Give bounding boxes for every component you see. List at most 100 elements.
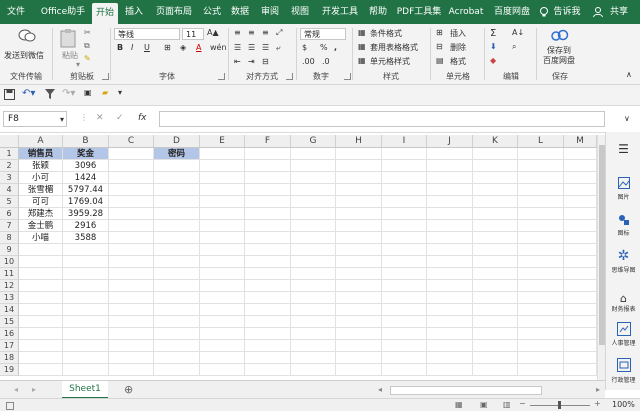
cell[interactable] <box>336 148 382 160</box>
row-header[interactable]: 8 <box>0 232 19 244</box>
cell[interactable] <box>473 160 518 172</box>
cell[interactable] <box>336 292 382 304</box>
col-header-j[interactable]: J <box>427 135 473 148</box>
autosum-icon[interactable]: Σ <box>490 28 496 39</box>
align-middle-icon[interactable]: ≡ <box>248 28 255 37</box>
cell[interactable] <box>427 328 473 340</box>
cell[interactable] <box>109 316 154 328</box>
cell[interactable] <box>518 196 564 208</box>
number-format-select[interactable]: 常规 <box>300 28 346 40</box>
cell[interactable] <box>336 280 382 292</box>
cell[interactable] <box>200 244 245 256</box>
row-header[interactable]: 14 <box>0 304 19 316</box>
cell[interactable] <box>564 268 597 280</box>
prev-sheet-icon[interactable]: ◂ <box>14 385 18 394</box>
share-button[interactable]: 共享 <box>606 0 632 24</box>
namebox-dropdown-icon[interactable]: ▾ <box>60 115 64 124</box>
col-header-m[interactable]: M <box>564 135 597 148</box>
pane-mindmap[interactable]: 思维导图 <box>608 265 639 274</box>
cell[interactable] <box>109 232 154 244</box>
cell[interactable] <box>518 340 564 352</box>
row-header[interactable]: 7 <box>0 220 19 232</box>
row-header[interactable]: 2 <box>0 160 19 172</box>
col-header-f[interactable]: F <box>245 135 291 148</box>
cell[interactable] <box>291 196 336 208</box>
tab-developer[interactable]: 开发工具 <box>318 0 362 24</box>
cell[interactable] <box>291 208 336 220</box>
cell[interactable] <box>291 340 336 352</box>
row-header[interactable]: 4 <box>0 184 19 196</box>
worksheet-grid[interactable]: A B C D E F G H I J K L M 1 销售员 奖金 密码 2 张颖 309… <box>0 135 605 380</box>
cell[interactable] <box>427 148 473 160</box>
cell[interactable] <box>109 280 154 292</box>
mindmap-icon[interactable]: ✲ <box>608 248 639 264</box>
baidu-cloud-icon[interactable] <box>550 27 570 43</box>
cell[interactable] <box>245 196 291 208</box>
cell[interactable] <box>291 160 336 172</box>
tab-page-layout[interactable]: 页面布局 <box>152 0 196 24</box>
next-sheet-icon[interactable]: ▸ <box>32 385 36 394</box>
cell[interactable] <box>154 352 200 364</box>
cell[interactable] <box>291 364 336 376</box>
cell[interactable] <box>245 268 291 280</box>
row-header[interactable]: 5 <box>0 196 19 208</box>
salesperson-cell[interactable]: 张颖 <box>19 160 63 172</box>
sort-filter-icon[interactable]: A↓ <box>512 28 524 37</box>
cell[interactable] <box>19 316 63 328</box>
merge-center-icon[interactable]: ⊟ <box>262 57 269 66</box>
cell[interactable] <box>154 220 200 232</box>
cell[interactable] <box>564 352 597 364</box>
delete-cells-button[interactable]: 删除 <box>450 42 466 53</box>
cell[interactable] <box>200 184 245 196</box>
cell[interactable] <box>291 352 336 364</box>
form-icon[interactable]: ▣ <box>84 88 92 97</box>
cell[interactable] <box>63 256 109 268</box>
redo-icon[interactable]: ↷▾ <box>62 88 75 99</box>
tab-insert[interactable]: 插入 <box>122 0 146 24</box>
col-header-g[interactable]: G <box>291 135 336 148</box>
salesperson-cell[interactable]: 小喵 <box>19 232 63 244</box>
number-launcher-icon[interactable] <box>344 73 351 80</box>
tab-review[interactable]: 审阅 <box>258 0 282 24</box>
row-header[interactable]: 15 <box>0 316 19 328</box>
cell[interactable] <box>473 184 518 196</box>
cell[interactable] <box>109 160 154 172</box>
cell[interactable] <box>382 340 427 352</box>
align-left-icon[interactable]: ☰ <box>234 43 241 52</box>
cell[interactable] <box>63 328 109 340</box>
font-size-select[interactable]: 11 <box>182 28 204 40</box>
format-painter-icon[interactable]: ✎ <box>84 54 91 63</box>
cell[interactable] <box>245 316 291 328</box>
customize-qat-icon[interactable]: ▾ <box>118 88 122 97</box>
cell[interactable] <box>154 280 200 292</box>
cell[interactable] <box>63 280 109 292</box>
cell[interactable] <box>154 256 200 268</box>
cell[interactable] <box>154 184 200 196</box>
macro-record-icon[interactable] <box>6 402 14 410</box>
password-header-cell[interactable]: 密码 <box>154 148 200 160</box>
view-normal-icon[interactable]: ▦ <box>455 400 463 409</box>
cell[interactable] <box>427 352 473 364</box>
paste-icon[interactable] <box>60 28 76 48</box>
cell[interactable] <box>109 304 154 316</box>
cell[interactable] <box>564 244 597 256</box>
tab-home[interactable]: 开始 <box>92 3 118 24</box>
cell[interactable] <box>19 364 63 376</box>
cell[interactable] <box>427 316 473 328</box>
cell[interactable] <box>19 304 63 316</box>
cell[interactable] <box>473 148 518 160</box>
salesperson-cell[interactable]: 可可 <box>19 196 63 208</box>
cond-format-button[interactable]: 条件格式 <box>370 28 402 39</box>
align-bottom-icon[interactable]: ≡ <box>262 28 269 37</box>
find-select-icon[interactable]: ⌕ <box>512 42 516 52</box>
save-baidu-line2[interactable]: 百度网盘 <box>543 55 575 66</box>
cell[interactable] <box>109 244 154 256</box>
name-box[interactable]: F8 <box>3 111 67 127</box>
cell[interactable] <box>564 280 597 292</box>
cell[interactable] <box>427 244 473 256</box>
cell[interactable] <box>564 316 597 328</box>
cell[interactable] <box>336 172 382 184</box>
cell[interactable] <box>518 232 564 244</box>
tab-baidu[interactable]: 百度网盘 <box>492 0 532 24</box>
zoom-in-icon[interactable]: + <box>594 399 601 408</box>
